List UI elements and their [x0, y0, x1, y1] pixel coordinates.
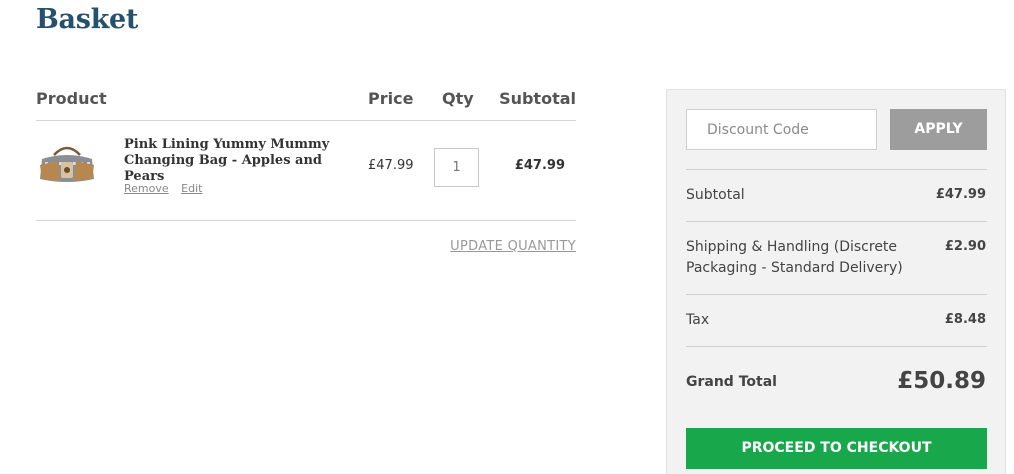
- page-title: Basket: [36, 4, 139, 35]
- product-name[interactable]: Pink Lining Yummy Mummy Changing Bag - A…: [124, 137, 354, 185]
- edit-link[interactable]: Edit: [181, 182, 202, 195]
- changing-bag-thumbnail[interactable]: [36, 143, 98, 185]
- shipping-label: Shipping & Handling (Discrete Packaging …: [686, 239, 903, 276]
- grand-total-label: Grand Total: [686, 374, 777, 390]
- summary-divider: [686, 221, 987, 222]
- column-header-subtotal: Subtotal: [499, 89, 576, 108]
- column-header-price: Price: [368, 89, 414, 108]
- summary-divider: [686, 294, 987, 295]
- grand-total-value: £50.89: [897, 368, 986, 394]
- update-quantity-link[interactable]: UPDATE QUANTITY: [450, 239, 576, 254]
- apply-button[interactable]: APPLY: [890, 109, 987, 150]
- header-divider: [36, 120, 576, 121]
- remove-link[interactable]: Remove: [124, 182, 169, 195]
- shipping-value: £2.90: [944, 239, 986, 254]
- item-price: £47.99: [368, 158, 414, 173]
- quantity-input[interactable]: [434, 148, 479, 187]
- order-summary-panel: APPLY Subtotal £47.99 Shipping & Handlin…: [666, 89, 1006, 474]
- summary-divider: [686, 169, 987, 170]
- subtotal-label: Subtotal: [686, 187, 745, 203]
- subtotal-value: £47.99: [935, 187, 986, 202]
- row-divider: [36, 220, 576, 221]
- proceed-to-checkout-button[interactable]: PROCEED TO CHECKOUT: [686, 428, 987, 469]
- column-header-qty: Qty: [442, 89, 474, 108]
- column-header-product: Product: [36, 89, 107, 108]
- tax-value: £8.48: [944, 312, 986, 327]
- item-actions: Remove Edit: [124, 182, 211, 195]
- summary-divider: [686, 346, 987, 347]
- discount-code-input[interactable]: [686, 109, 877, 150]
- item-subtotal: £47.99: [514, 158, 565, 173]
- tax-label: Tax: [686, 312, 710, 328]
